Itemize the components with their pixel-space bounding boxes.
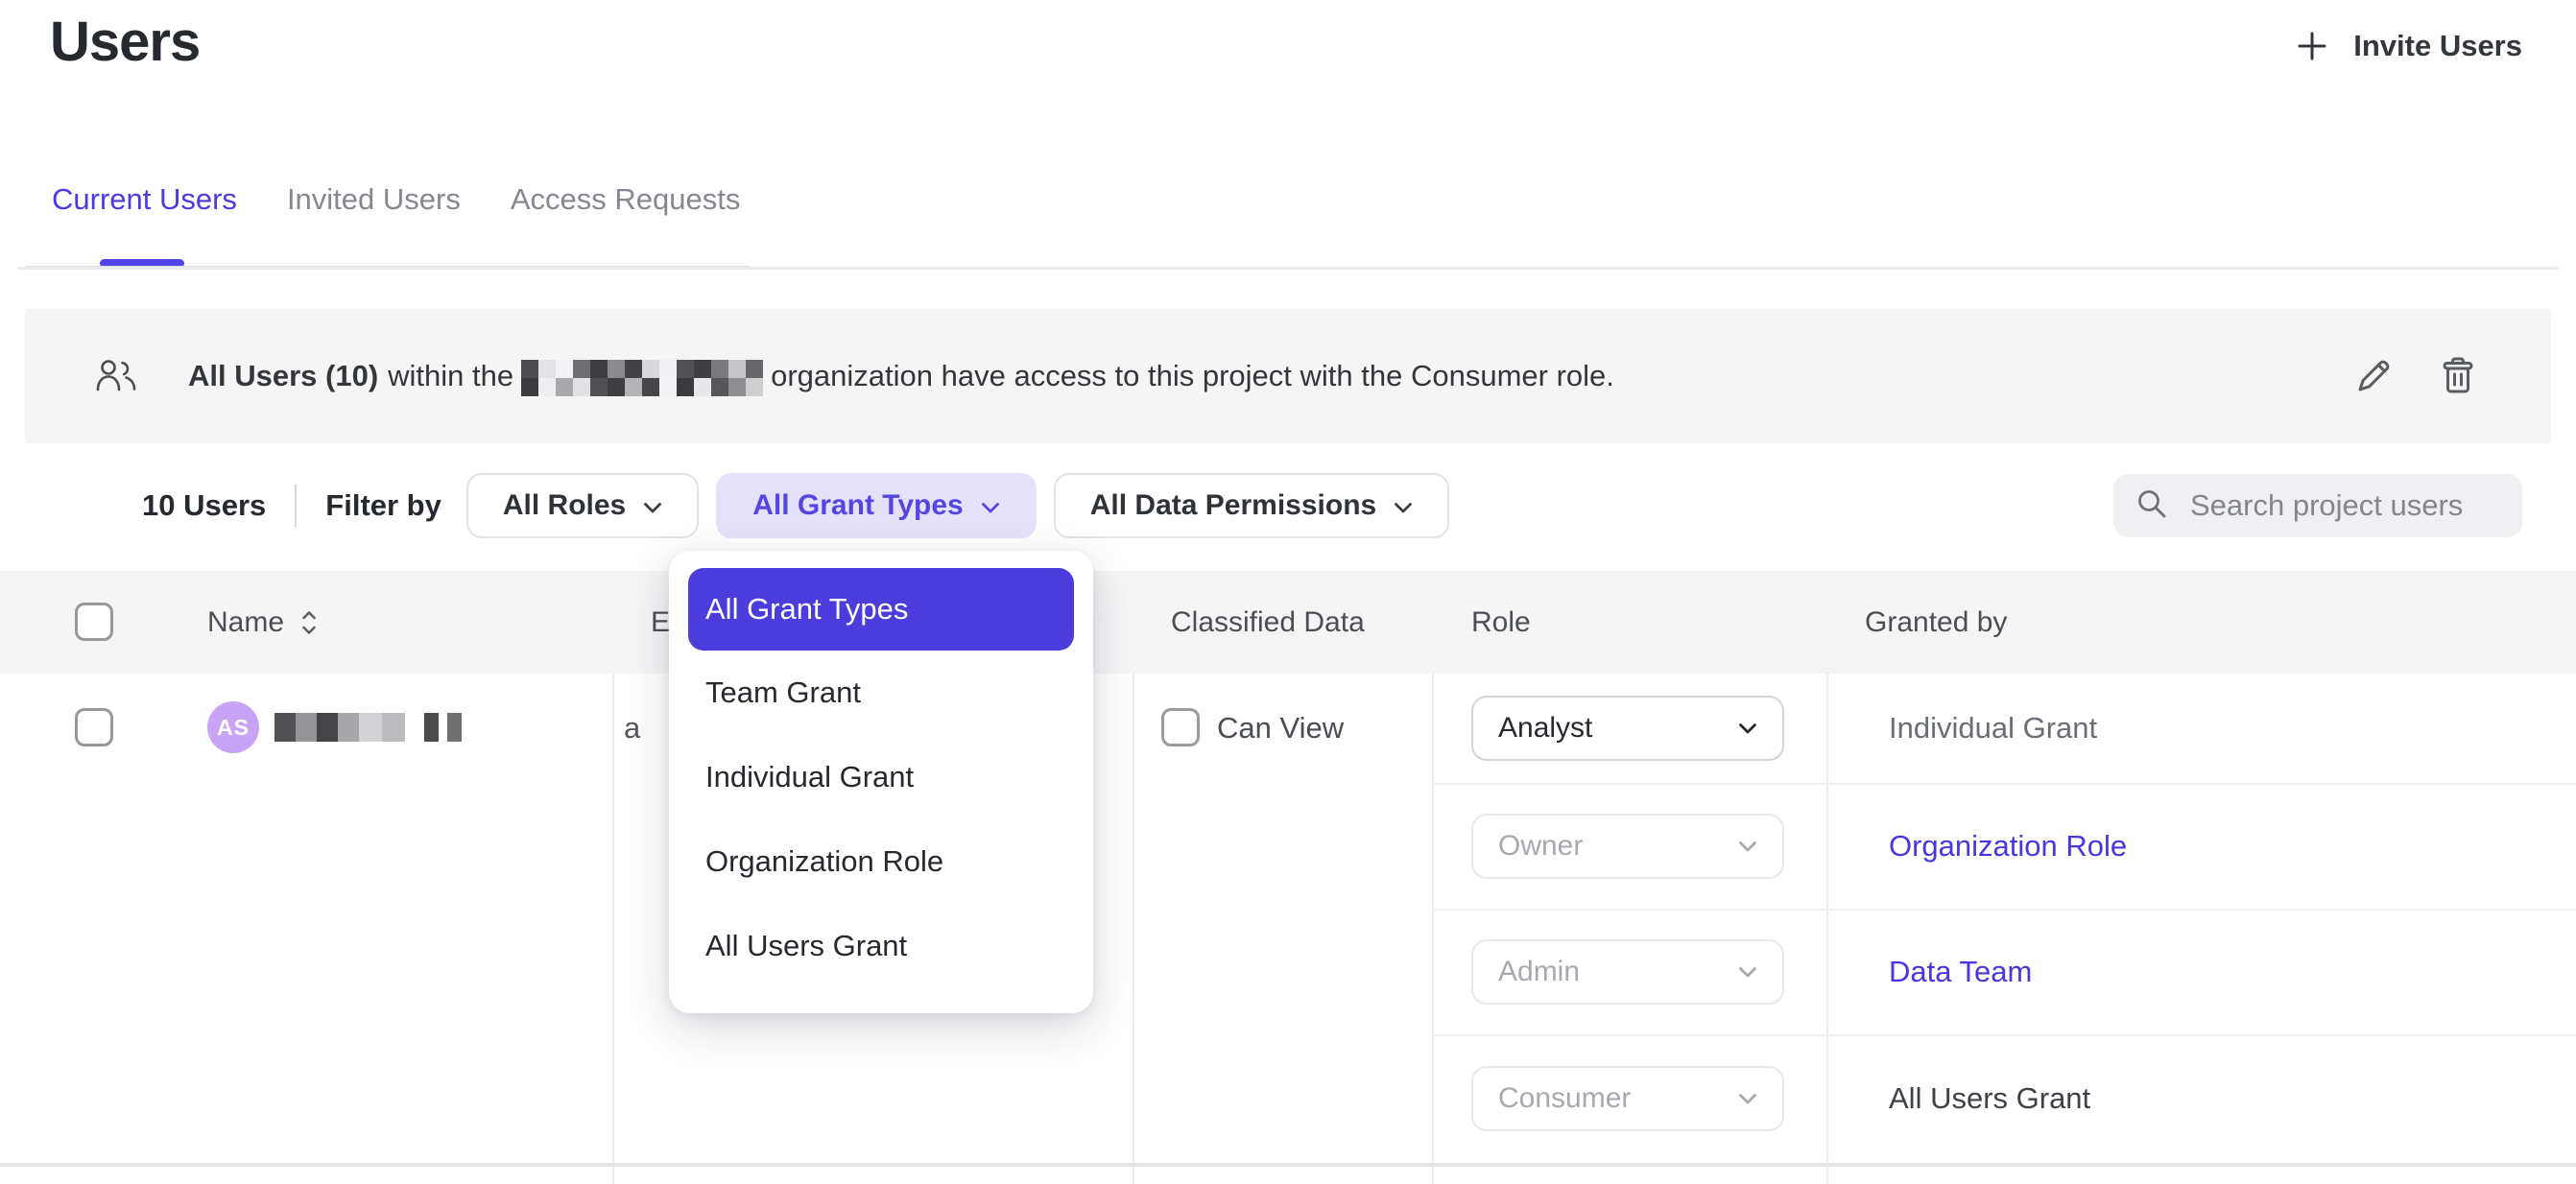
granted-by-data-team-link[interactable]: Data Team (1889, 955, 2032, 989)
granted-by-all-users-grant: All Users Grant (1889, 1081, 2090, 1116)
column-divider (1133, 674, 1134, 1184)
chevron-down-icon (1738, 966, 1757, 979)
dropdown-option-team-grant[interactable]: Team Grant (669, 651, 1093, 735)
invite-users-label: Invite Users (2353, 29, 2522, 63)
sort-icon[interactable] (299, 606, 319, 639)
page-title: Users (50, 10, 200, 74)
grant-types-dropdown-menu: All Grant Types Team Grant Individual Gr… (669, 551, 1093, 1013)
plus-icon (2296, 30, 2328, 62)
table-header: Name Email Classified Data Role Granted … (0, 571, 2576, 674)
all-grant-types-filter[interactable]: All Grant Types (716, 473, 1037, 538)
users-page: Users Invite Users Current Users Invited… (0, 0, 2576, 1184)
invite-users-button[interactable]: Invite Users (2296, 29, 2522, 63)
vertical-divider (295, 485, 297, 527)
column-header-name[interactable]: Name (207, 606, 284, 639)
granted-by-individual-grant: Individual Grant (1889, 711, 2097, 746)
column-divider (1432, 674, 1434, 1184)
redacted-organization-name (521, 360, 763, 396)
role-select-owner[interactable]: Owner (1471, 814, 1784, 879)
user-email: a (624, 711, 640, 746)
grant-row-divider (1432, 1034, 2576, 1036)
all-data-permissions-filter[interactable]: All Data Permissions (1054, 473, 1449, 538)
edit-icon[interactable] (2353, 356, 2394, 396)
tab-access-requests[interactable]: Access Requests (511, 182, 741, 217)
dropdown-option-all-grant-types[interactable]: All Grant Types (688, 568, 1074, 651)
row-checkbox[interactable] (75, 708, 113, 746)
dropdown-option-individual-grant[interactable]: Individual Grant (669, 735, 1093, 819)
table-body: AS a Can View Analyst Owner Admin Co (0, 674, 2576, 1184)
search-input[interactable]: Search project users (2113, 474, 2522, 537)
avatar: AS (207, 701, 259, 753)
can-view-label: Can View (1217, 711, 1344, 746)
search-icon (2135, 486, 2169, 526)
user-row-divider (0, 1163, 2576, 1167)
role-select-admin[interactable]: Admin (1471, 939, 1784, 1005)
banner-bold-text: All Users (10) (188, 359, 378, 393)
filter-bar: 10 Users Filter by All Roles All Grant T… (0, 472, 2576, 539)
search-placeholder: Search project users (2190, 488, 2463, 523)
dropdown-option-all-users-grant[interactable]: All Users Grant (669, 904, 1093, 988)
tabs-divider (17, 267, 2559, 270)
filter-by-label: Filter by (325, 488, 441, 523)
chevron-down-icon (1738, 841, 1757, 853)
banner-text-before: within the (388, 359, 513, 393)
grant-row-divider (1432, 783, 2576, 785)
all-users-access-banner: All Users (10) within the organization h… (25, 309, 2551, 443)
tab-current-users[interactable]: Current Users (52, 182, 237, 217)
banner-actions (2353, 356, 2478, 396)
column-header-classified-data[interactable]: Classified Data (1171, 606, 1365, 639)
column-divider (612, 674, 614, 1184)
grant-row-divider (1432, 909, 2576, 911)
column-header-granted-by[interactable]: Granted by (1865, 606, 2007, 639)
dropdown-option-organization-role[interactable]: Organization Role (669, 819, 1093, 904)
tab-invited-users[interactable]: Invited Users (287, 182, 461, 217)
tab-bar: Current Users Invited Users Access Reque… (52, 182, 740, 217)
user-count: 10 Users (142, 488, 266, 523)
banner-text-after: organization have access to this project… (771, 359, 1614, 393)
delete-icon[interactable] (2438, 356, 2478, 396)
column-header-role[interactable]: Role (1471, 606, 1531, 639)
banner-text: All Users (10) within the organization h… (188, 358, 1614, 394)
people-icon (94, 358, 138, 394)
role-select-consumer[interactable]: Consumer (1471, 1066, 1784, 1131)
chevron-down-icon (1738, 722, 1757, 735)
all-roles-filter[interactable]: All Roles (466, 473, 699, 538)
select-all-checkbox[interactable] (75, 603, 113, 641)
chevron-down-icon (981, 489, 1000, 522)
chevron-down-icon (643, 489, 662, 522)
chevron-down-icon (1394, 489, 1413, 522)
can-view-checkbox[interactable] (1161, 708, 1200, 746)
redacted-user-name (274, 713, 462, 742)
role-select-analyst[interactable]: Analyst (1471, 696, 1784, 761)
granted-by-organization-role-link[interactable]: Organization Role (1889, 829, 2127, 864)
chevron-down-icon (1738, 1093, 1757, 1105)
column-divider (1826, 674, 1828, 1184)
